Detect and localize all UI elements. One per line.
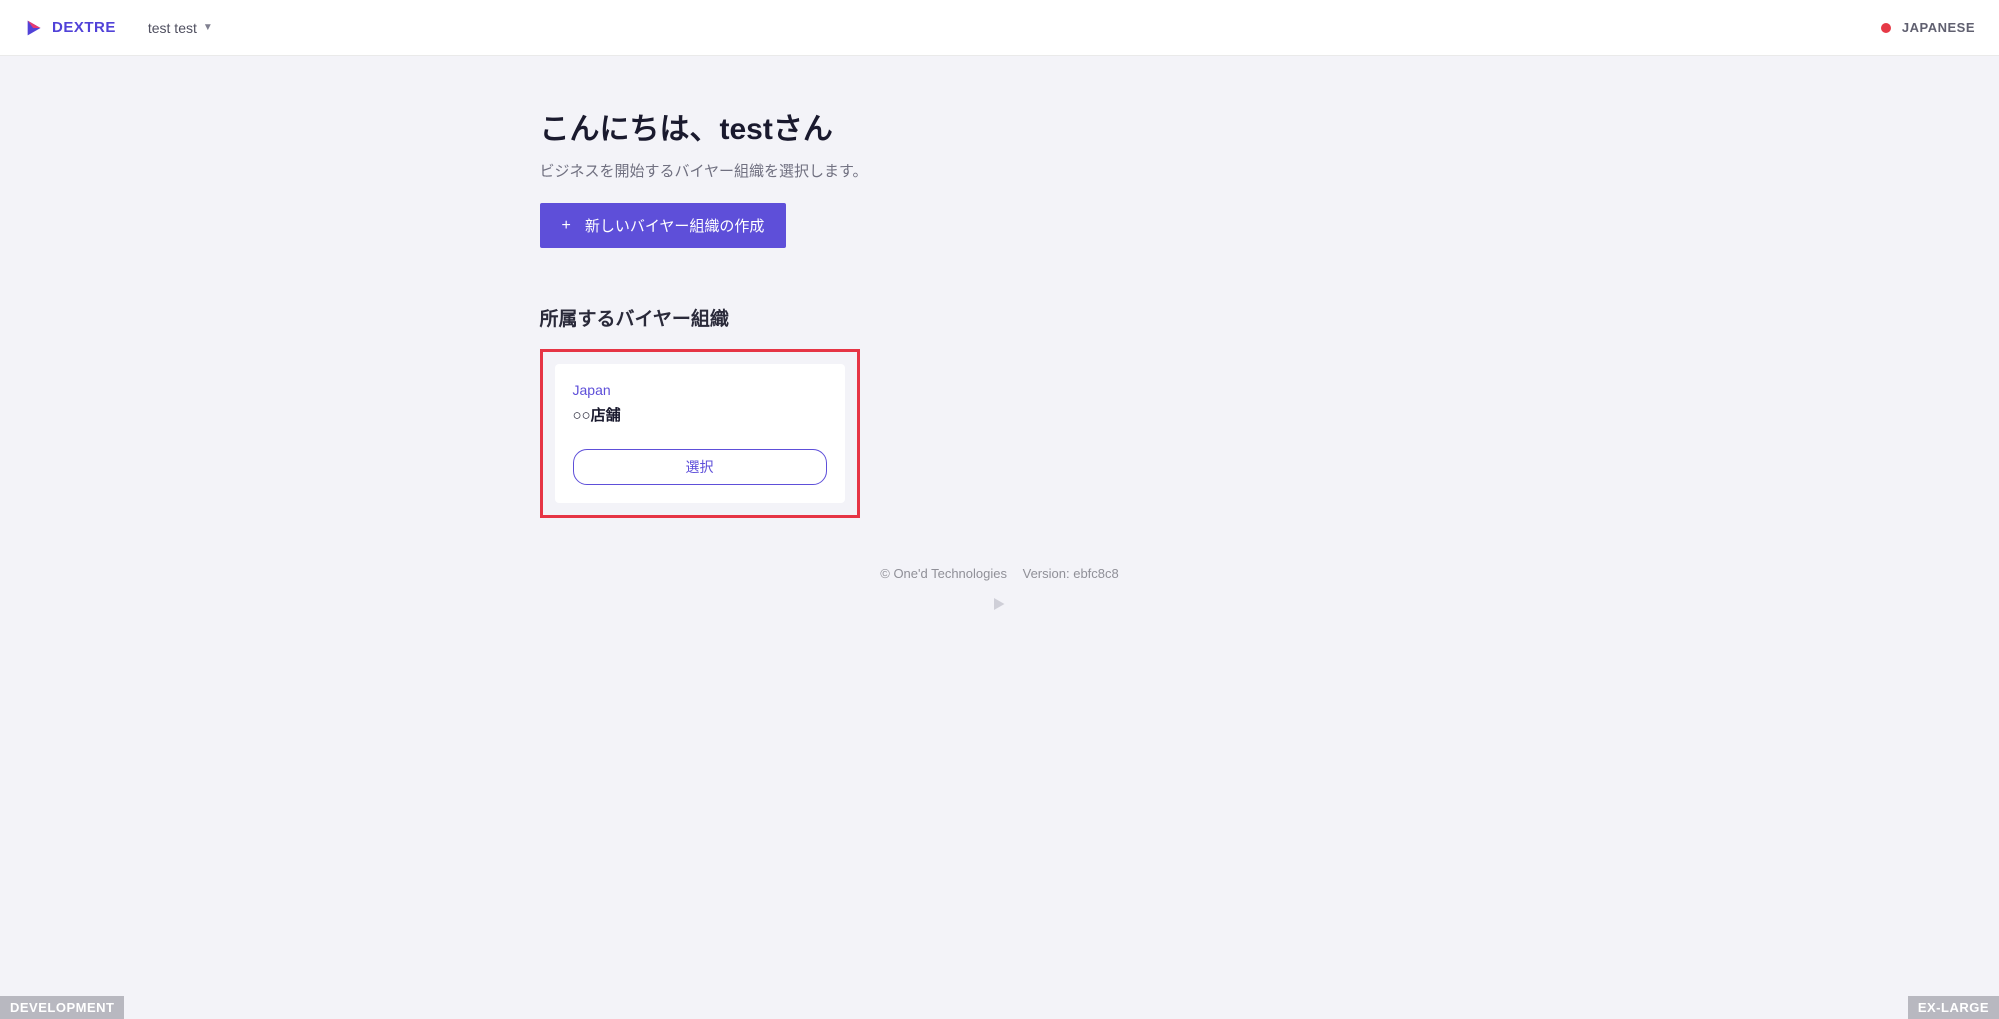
content-wrapper: こんにちは、testさん ビジネスを開始するバイヤー組織を選択します。 + 新し… [540, 104, 1460, 638]
flag-japan-icon [1880, 22, 1892, 34]
footer-logo-icon [540, 595, 1460, 618]
footer: © One'd Technologies Version: ebfc8c8 [540, 546, 1460, 638]
greeting-title: こんにちは、testさん [540, 104, 1460, 148]
organization-card: Japan ○○店舗 選択 [555, 364, 845, 503]
user-dropdown[interactable]: test test ▼ [148, 20, 213, 36]
organization-country: Japan [573, 382, 827, 398]
badge-bar: DEVELOPMENT EX-LARGE [0, 996, 1999, 1019]
language-selector[interactable]: JAPANESE [1880, 20, 1975, 35]
create-button-label: 新しいバイヤー組織の作成 [585, 215, 765, 236]
plus-icon: + [562, 217, 571, 235]
organization-name: ○○店舗 [573, 404, 827, 425]
create-organization-button[interactable]: + 新しいバイヤー組織の作成 [540, 203, 787, 248]
version: Version: ebfc8c8 [1023, 566, 1119, 581]
size-badge: EX-LARGE [1908, 996, 1999, 1019]
user-name: test test [148, 20, 197, 36]
logo[interactable]: DEXTRE [24, 17, 116, 39]
logo-icon [24, 17, 46, 39]
main-content: こんにちは、testさん ビジネスを開始するバイヤー組織を選択します。 + 新し… [0, 56, 1999, 996]
env-badge: DEVELOPMENT [0, 996, 124, 1019]
logo-text: DEXTRE [52, 19, 116, 36]
section-title: 所属するバイヤー組織 [540, 304, 1460, 331]
copyright: © One'd Technologies [880, 566, 1007, 581]
header-left: DEXTRE test test ▼ [24, 17, 213, 39]
greeting-subtitle: ビジネスを開始するバイヤー組織を選択します。 [540, 160, 1460, 181]
chevron-down-icon: ▼ [203, 22, 213, 33]
app-header: DEXTRE test test ▼ JAPANESE [0, 0, 1999, 56]
language-label: JAPANESE [1902, 20, 1975, 35]
organization-card-highlight: Japan ○○店舗 選択 [540, 349, 860, 518]
footer-text: © One'd Technologies Version: ebfc8c8 [540, 566, 1460, 581]
select-organization-button[interactable]: 選択 [573, 449, 827, 485]
